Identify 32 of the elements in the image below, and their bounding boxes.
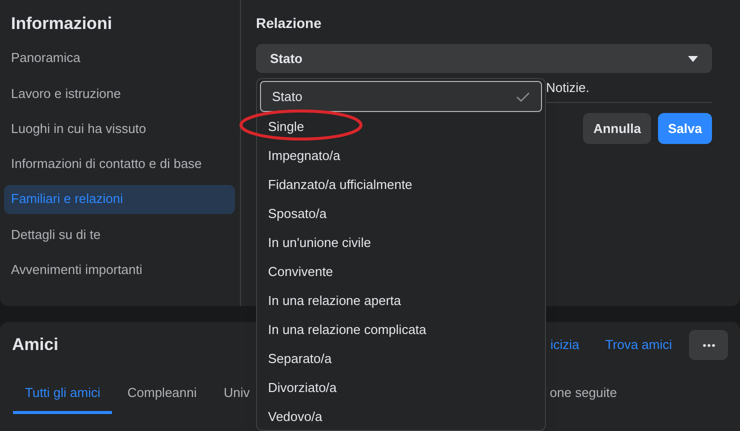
note-text: Notizie. bbox=[546, 78, 590, 97]
dropdown-option[interactable]: Vedovo/a bbox=[257, 402, 545, 430]
dropdown-option[interactable]: Fidanzato/a ufficialmente bbox=[257, 170, 545, 199]
caret-icon bbox=[688, 56, 698, 62]
dropdown-option[interactable]: Impegnato/a bbox=[257, 141, 545, 170]
dropdown-option[interactable]: Convivente bbox=[257, 257, 545, 286]
cancel-button[interactable]: Annulla bbox=[583, 113, 652, 144]
checkmark-icon bbox=[516, 92, 530, 102]
dropdown-option[interactable]: In una relazione complicata bbox=[257, 315, 545, 344]
more-icon bbox=[702, 344, 714, 346]
section-title: Amici bbox=[12, 334, 58, 356]
dropdown-option[interactable]: Separato/a bbox=[257, 344, 545, 373]
tab[interactable]: Compleanni bbox=[115, 383, 209, 414]
link[interactable]: icizia bbox=[550, 335, 580, 355]
more-button[interactable] bbox=[689, 330, 728, 360]
sidebar-item[interactable]: Dettagli su di te bbox=[4, 220, 235, 249]
sidebar-item[interactable]: Luoghi in cui ha vissuto bbox=[4, 114, 235, 144]
sidebar-item[interactable]: Avvenimenti importanti bbox=[4, 255, 235, 284]
dropdown-option[interactable]: Single bbox=[257, 112, 545, 141]
link[interactable]: Trova amici bbox=[605, 335, 672, 355]
sidebar-item[interactable]: Informazioni di contatto e di base bbox=[4, 149, 235, 178]
dropdown-option[interactable]: In un'unione civile bbox=[257, 228, 545, 257]
sidebar-title: Informazioni bbox=[10, 13, 114, 35]
tab[interactable]: Tutti gli amici bbox=[13, 383, 112, 414]
status-select[interactable]: Stato bbox=[256, 44, 712, 73]
dropdown-option[interactable]: Divorziato/a bbox=[257, 373, 545, 402]
dropdown-option[interactable]: Stato bbox=[260, 81, 542, 112]
section-title: Relazione bbox=[256, 14, 322, 33]
dropdown-option[interactable]: In una relazione aperta bbox=[257, 286, 545, 315]
dropdown-option[interactable]: Sposato/a bbox=[257, 199, 545, 228]
sidebar-item[interactable]: Lavoro e istruzione bbox=[4, 78, 235, 108]
sidebar-item[interactable]: Panoramica bbox=[4, 44, 235, 72]
